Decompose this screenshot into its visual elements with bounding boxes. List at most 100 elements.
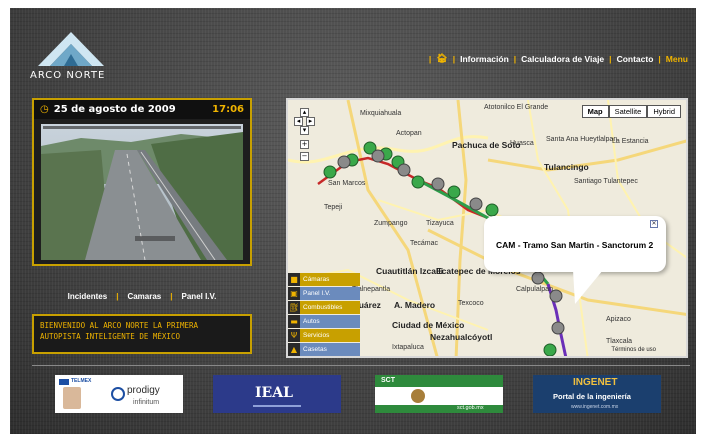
nav-separator: | [609,53,612,64]
welcome-line-1: BIENVENIDO AL ARCO NORTE LA PRIMERA [40,321,199,330]
clock-icon: ◷ [40,104,49,115]
map-place-mixquiahuala: Mixquiahuala [360,110,402,117]
map-place-madero: A. Madero [394,300,436,310]
sponsor-sct-label: SCT [381,377,395,384]
camera-panel: ◷ 25 de agosto de 2009 17:06 [32,98,252,266]
map-place-tulancingo: Tulancingo [544,162,589,172]
map-type-map-button[interactable]: Map [581,105,609,118]
nav-separator: | [452,53,456,64]
sponsor-ieal-label: IEAL [255,385,293,401]
camera-icon: ■ [288,273,300,286]
link-incidentes[interactable]: Incidentes [68,292,108,301]
link-camaras[interactable]: Camaras [127,292,161,301]
map-place-calpulalpan: Calpulalpan [516,286,553,293]
logo-text: ARCO NORTE [30,70,106,81]
welcome-message: BIENVENIDO AL ARCO NORTE LA PRIMERA AUTO… [32,314,252,354]
link-separator: | [116,292,119,301]
legend-item-servicios[interactable]: Ψ Servicios [288,329,360,342]
legend-item-casetas[interactable]: ▲ Casetas [288,343,360,356]
nav-item-menu[interactable]: Menu [666,54,688,64]
arco-norte-logo[interactable]: ARCO NORTE [30,26,120,86]
footer-divider [32,365,690,366]
camera-feed-image[interactable] [41,124,243,260]
camera-links: Incidentes | Camaras | Panel I.V. [32,292,252,301]
link-panel-iv[interactable]: Panel I.V. [182,292,217,301]
welcome-line-2: AUTOPISTA INTELIGENTE DE MÉXICO [40,332,180,341]
map-place-tlaxcala: Tlaxcala [606,338,633,345]
map-place-tepeji: Tepeji [324,204,343,211]
map-place-apizaco: Apizaco [606,316,631,323]
logo-arch-icon [38,32,104,66]
map-place-san-marcos: San Marcos [328,180,366,187]
map-legend: ■ Cámaras ▣ Panel I.V. ⛽︎ Combustibles ▬… [288,273,360,356]
map-place-santa-ana: Santa Ana Hueytlalpan [546,136,618,143]
zoom-out-button[interactable]: − [300,152,309,161]
mexico-seal-icon [411,389,425,403]
sponsor-sct-banner[interactable]: SCT sct.gob.mx [375,375,503,413]
route-map[interactable]: Mixquiahuala Atotonilco El Grande Actopa… [286,98,688,358]
map-type-satellite-button[interactable]: Satellite [608,105,648,118]
nav-item-calculadora[interactable]: Calculadora de Viaje [521,54,604,64]
map-place-tizayuca: Tizayuca [426,220,454,227]
fuel-icon: ⛽︎ [288,301,300,314]
nav-item-contacto[interactable]: Contacto [617,54,654,64]
sponsor-prodigy-banner[interactable]: TELMEX prodigy infinitum [55,375,183,413]
map-info-window: ✕ CAM - Tramo San Martin - Sanctorum 2 [484,216,666,272]
sponsor-prodigy-sub: infinitum [133,399,160,406]
telmex-logo-icon [59,379,69,385]
map-place-neza: Nezahualcóyotl [430,332,493,342]
ieal-underline [253,405,301,407]
map-type-switcher: Map Satellite Hybrid [581,105,681,118]
pan-down-button[interactable]: ▾ [300,126,309,135]
legend-item-camaras[interactable]: ■ Cámaras [288,273,360,286]
camera-header: ◷ 25 de agosto de 2009 17:06 [34,100,250,119]
map-place-texcoco: Texcoco [458,300,484,307]
legend-item-autos[interactable]: ▬ Autos [288,315,360,328]
car-icon: ▬ [288,315,300,328]
prodigy-logo-icon [111,387,125,401]
map-place-tecamac: Tecámac [410,240,439,247]
pan-up-button[interactable]: ▴ [300,108,309,117]
sponsor-sct-url: sct.gob.mx [457,405,484,411]
legend-item-panel[interactable]: ▣ Panel I.V. [288,287,360,300]
map-credit[interactable]: Términos de uso [611,347,656,353]
legend-item-combustibles[interactable]: ⛽︎ Combustibles [288,301,360,314]
person-photo [63,387,81,409]
nav-separator: | [658,53,661,64]
panel-icon: ▣ [288,287,300,300]
map-place-la-estancia: La Estancia [612,138,649,145]
map-place-cuautitlan: Cuautitlán Izcalli [376,266,444,276]
nav-separator: | [428,53,432,64]
link-separator: | [170,292,173,301]
sponsor-prodigy-label: prodigy [127,385,160,396]
map-place-santiago: Santiago Tulantepec [574,178,638,185]
info-window-tail [573,270,603,304]
sponsor-ingenet-url: www.ingenet.com.mx [571,404,619,410]
sponsor-ingenet-sub: Portal de la ingeniería [553,392,631,401]
top-navigation: | 🏠︎ | Información | Calculadora de Viaj… [424,53,688,64]
service-icon: Ψ [288,329,300,342]
page-frame: ARCO NORTE | 🏠︎ | Información | Calculad… [10,8,696,434]
nav-item-informacion[interactable]: Información [460,54,509,64]
map-place-actopan: Actopan [396,130,422,137]
nav-separator: | [513,53,517,64]
map-place-mexico: Ciudad de México [392,320,465,330]
pan-right-button[interactable]: ▸ [306,117,315,126]
pan-left-button[interactable]: ◂ [294,117,303,126]
sponsor-ingenet-label: INGENET [573,377,618,388]
info-window-close-icon[interactable]: ✕ [650,220,658,228]
sponsor-ieal-banner[interactable]: IEAL [213,375,341,413]
map-place-ixtapaluca: Ixtapaluca [392,344,424,351]
map-place-huasca: Huasca [510,140,534,147]
home-icon[interactable]: 🏠︎ [436,53,447,64]
map-type-hybrid-button[interactable]: Hybrid [647,105,681,118]
map-place-zumpango: Zumpango [374,220,408,227]
map-place-el-grande: Atotonilco El Grande [484,104,549,111]
info-window-text: CAM - Tramo San Martin - Sanctorum 2 [496,240,654,250]
sponsor-prodigy-tag: TELMEX [71,378,92,384]
camera-time: 17:06 [212,104,244,115]
camera-date: 25 de agosto de 2009 [53,104,176,115]
toll-icon: ▲ [288,343,300,356]
sponsor-ingenet-banner[interactable]: INGENET Portal de la ingeniería www.inge… [533,375,661,413]
zoom-in-button[interactable]: + [300,140,309,149]
